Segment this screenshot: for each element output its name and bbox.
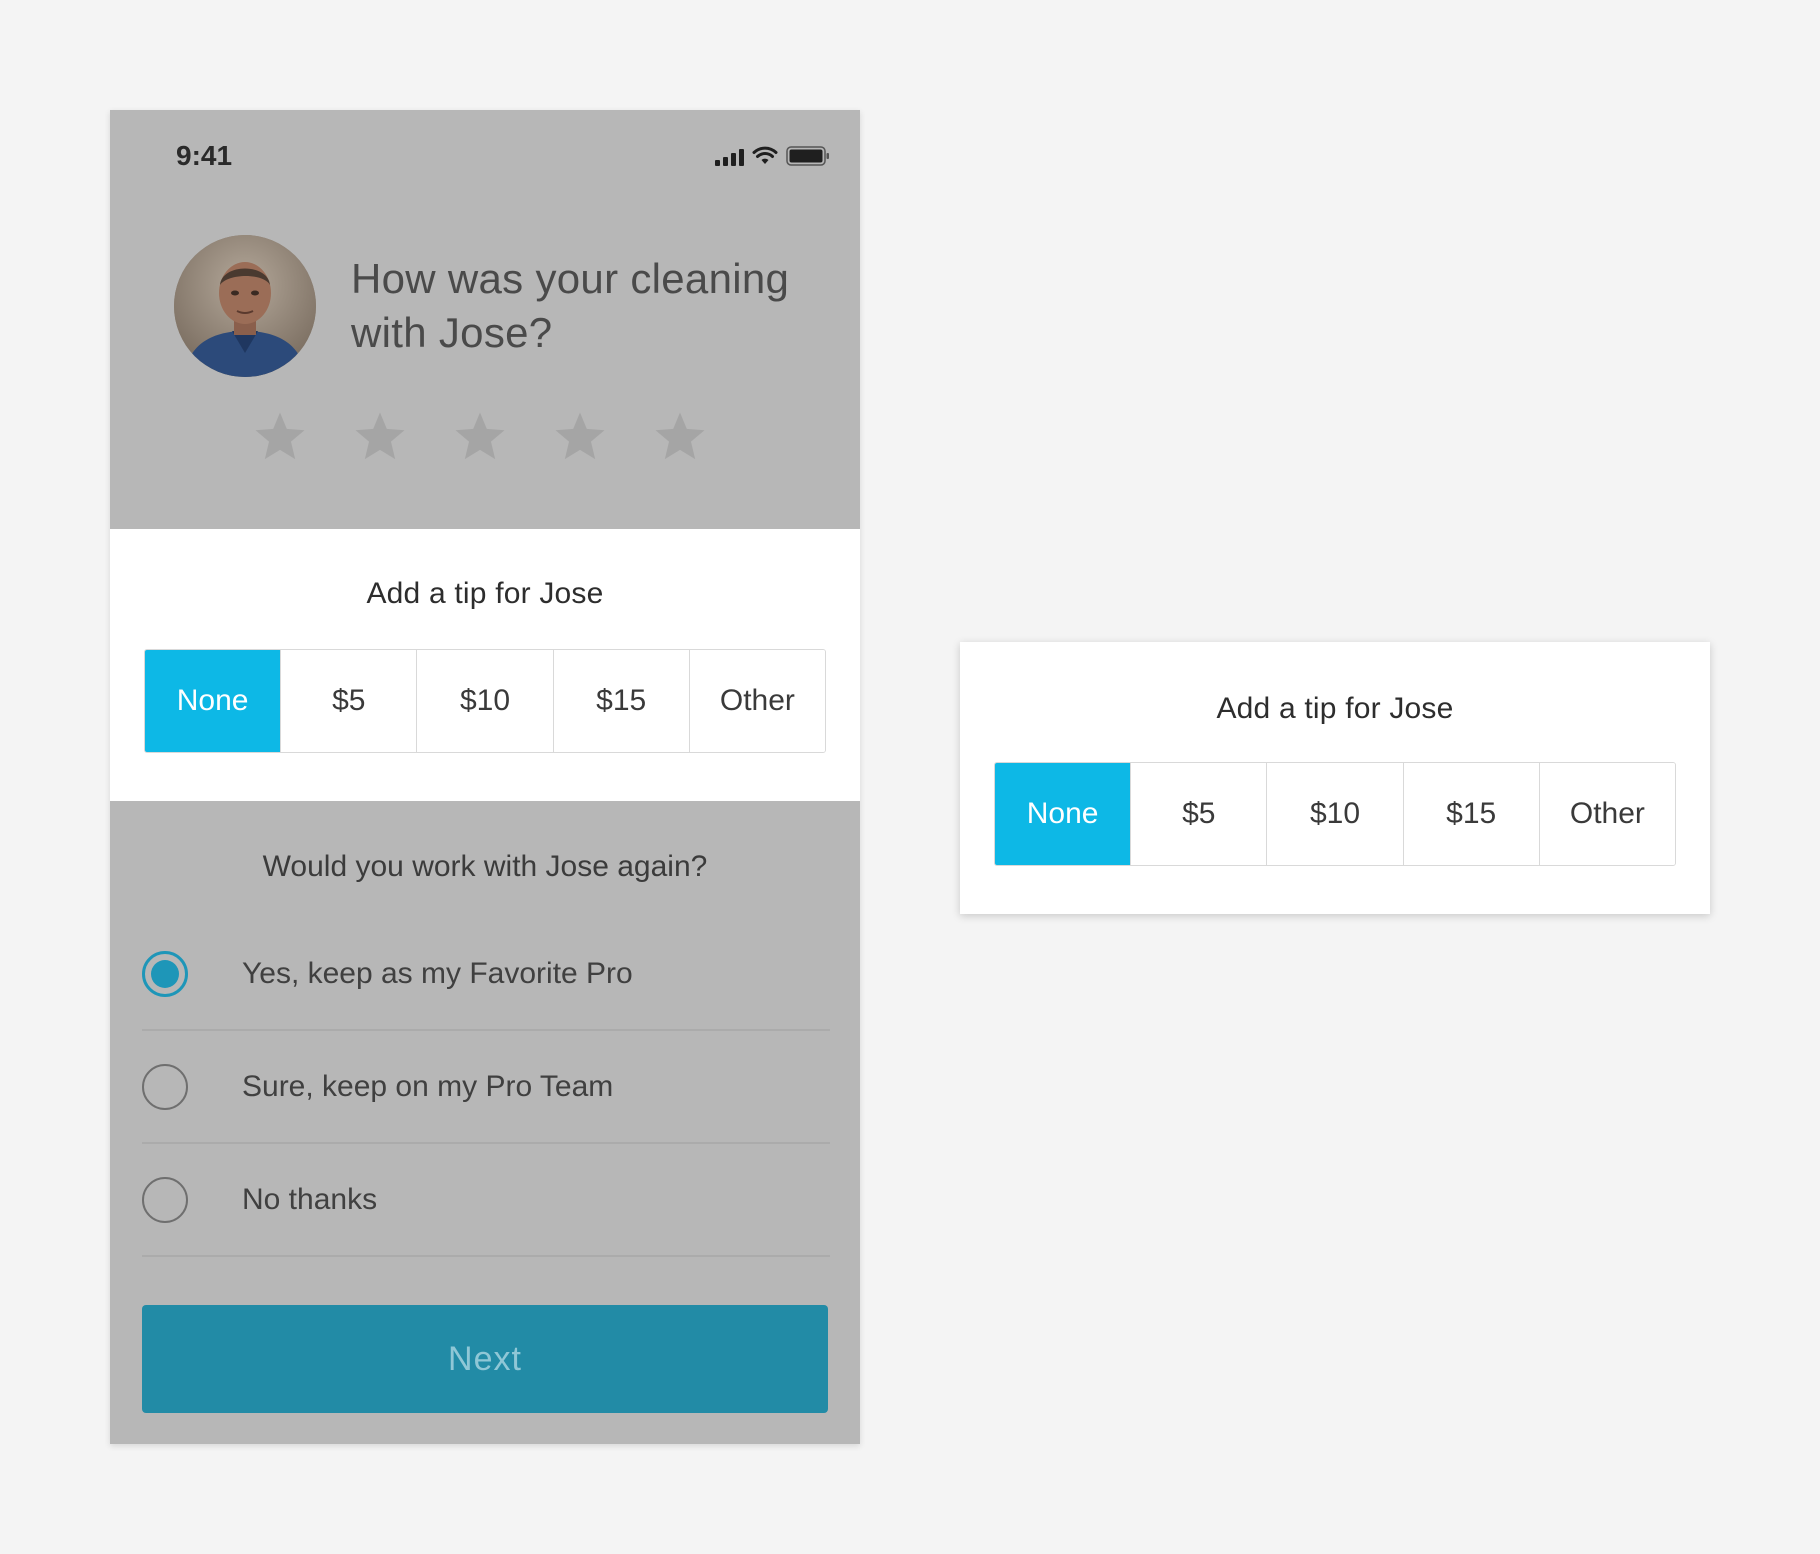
radio-button[interactable] — [142, 1063, 188, 1110]
tip-option-none[interactable]: None — [145, 650, 281, 752]
radio-label: Sure, keep on my Pro Team — [242, 1069, 614, 1103]
rehire-option-no-thanks[interactable]: No thanks — [142, 1144, 830, 1257]
star-icon[interactable] — [352, 410, 408, 464]
tip-card-standalone: Add a tip for Jose None $5 $10 $15 Other — [960, 642, 1710, 914]
tip-option-15[interactable]: $15 — [552, 650, 689, 752]
star-rating[interactable] — [252, 410, 708, 464]
tip-option-5[interactable]: $5 — [280, 650, 417, 752]
tip-option-other[interactable]: Other — [688, 650, 825, 752]
next-button[interactable]: Next — [142, 1305, 828, 1413]
star-icon[interactable] — [552, 410, 608, 464]
signal-icon — [715, 148, 744, 166]
tip-options: None $5 $10 $15 Other — [994, 762, 1676, 866]
rehire-question: Would you work with Jose again? — [262, 850, 708, 883]
tip-option-5[interactable]: $5 — [1130, 763, 1267, 865]
rating-question: How was your cleaning with Jose? — [351, 255, 790, 356]
tip-options: None $5 $10 $15 Other — [144, 649, 826, 753]
star-icon[interactable] — [252, 410, 308, 464]
wifi-icon — [752, 146, 778, 166]
rehire-options: Yes, keep as my Favorite Pro Sure, keep … — [142, 918, 830, 1257]
tip-option-other[interactable]: Other — [1538, 763, 1675, 865]
rehire-option-favorite[interactable]: Yes, keep as my Favorite Pro — [142, 918, 830, 1031]
tip-option-15[interactable]: $15 — [1402, 763, 1539, 865]
tip-title: Add a tip for Jose — [366, 577, 604, 610]
star-icon[interactable] — [452, 410, 508, 464]
star-icon[interactable] — [652, 410, 708, 464]
radio-label: No thanks — [242, 1182, 378, 1216]
status-bar: 9:41 — [110, 110, 860, 190]
radio-button-checked[interactable] — [142, 950, 188, 997]
radio-button[interactable] — [142, 1176, 188, 1223]
tip-option-10[interactable]: $10 — [1266, 763, 1403, 865]
tip-title: Add a tip for Jose — [1216, 692, 1454, 725]
radio-label: Yes, keep as my Favorite Pro — [242, 956, 633, 990]
battery-icon — [786, 146, 830, 166]
tip-option-10[interactable]: $10 — [416, 650, 553, 752]
tip-option-none[interactable]: None — [995, 763, 1131, 865]
rehire-option-pro-team[interactable]: Sure, keep on my Pro Team — [142, 1031, 830, 1144]
status-icons — [715, 144, 830, 166]
tip-card: Add a tip for Jose None $5 $10 $15 Other — [110, 529, 860, 801]
phone-screen: 9:41 How was your cleaning with Jose? Ad… — [110, 110, 860, 1444]
status-time: 9:41 — [176, 140, 233, 171]
avatar — [174, 235, 316, 377]
